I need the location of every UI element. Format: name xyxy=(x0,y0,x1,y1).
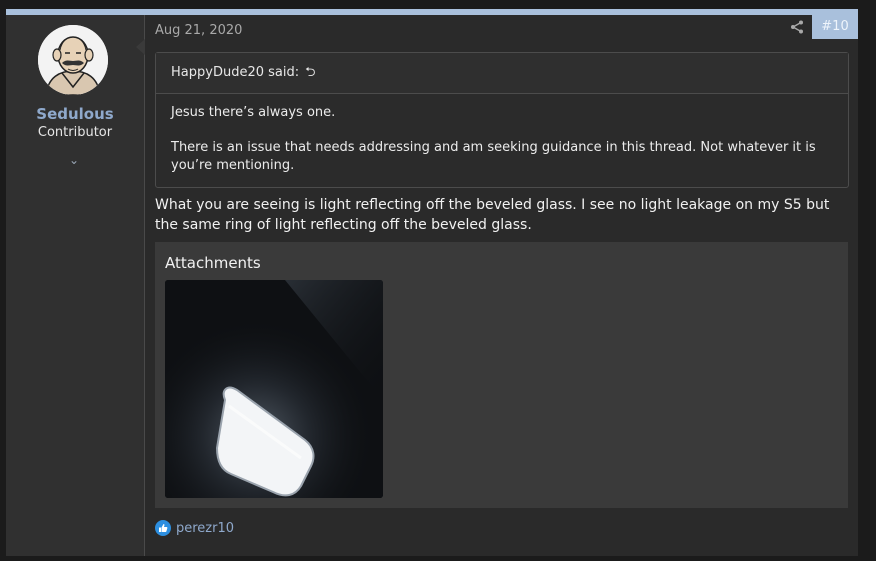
reactions-bar[interactable]: perezr10 xyxy=(155,517,234,539)
share-icon[interactable] xyxy=(789,19,805,35)
user-sidebar: Sedulous Contributor ⌄ xyxy=(6,15,145,556)
attachments-title: Attachments xyxy=(165,254,261,272)
attachments-block: Attachments xyxy=(155,242,848,508)
like-icon xyxy=(155,520,171,536)
user-title: Contributor xyxy=(37,125,113,140)
quote-paragraph: There is an issue that needs addressing … xyxy=(171,140,816,173)
username-link[interactable]: Sedulous xyxy=(6,105,144,123)
quote-paragraph: Jesus there’s always one. xyxy=(171,105,336,120)
go-to-quoted-post-icon[interactable]: ⮌ xyxy=(305,53,315,93)
post-date[interactable]: Aug 21, 2020 xyxy=(155,23,242,38)
reaction-user-link[interactable]: perezr10 xyxy=(176,521,234,536)
attachment-photo xyxy=(165,280,383,498)
message-arrow xyxy=(136,39,145,55)
quote-block: HappyDude20 said: ⮌ Jesus there’s always … xyxy=(155,52,849,188)
share-icon-glyph xyxy=(791,20,803,34)
message-text: What you are seeing is light reflecting … xyxy=(155,197,830,233)
quote-body: Jesus there’s always one. There is an is… xyxy=(156,94,848,185)
chevron-down-icon[interactable]: ⌄ xyxy=(64,153,84,169)
user-avatar[interactable] xyxy=(38,25,108,95)
thumbs-up-icon xyxy=(159,524,168,532)
post-number-link[interactable]: #10 xyxy=(812,15,858,39)
quote-header: HappyDude20 said: ⮌ xyxy=(156,53,848,94)
forum-post: Sedulous Contributor ⌄ Aug 21, 2020 #10 … xyxy=(6,15,858,556)
quote-author-link[interactable]: HappyDude20 said: xyxy=(171,65,299,80)
attachment-thumbnail[interactable] xyxy=(165,280,383,498)
avatar-illustration xyxy=(38,25,108,95)
